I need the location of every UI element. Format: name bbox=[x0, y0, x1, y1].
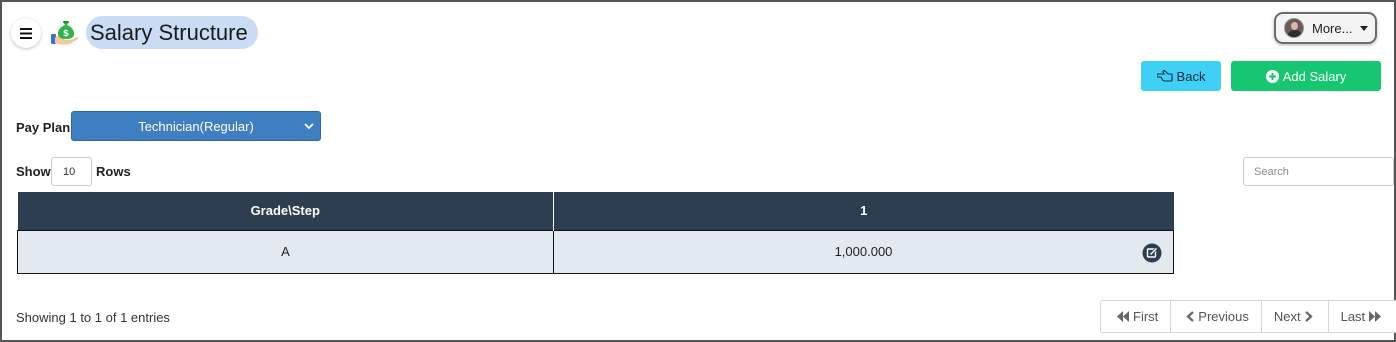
pagination: First Previous Next Last bbox=[1100, 300, 1396, 333]
caret-down-icon bbox=[1360, 25, 1369, 31]
show-label: Show bbox=[16, 164, 51, 179]
salary-value-cell: 1,000.000 bbox=[553, 229, 1174, 274]
more-menu-button[interactable]: More... bbox=[1274, 12, 1377, 44]
next-page-label: Next bbox=[1273, 309, 1301, 324]
next-page-button[interactable]: Next bbox=[1262, 301, 1329, 332]
pay-plan-value: Technician(Regular) bbox=[138, 118, 254, 134]
salary-table: Grade\Step 1 A 1,000.000 bbox=[17, 192, 1174, 274]
column-header-grade-step[interactable]: Grade\Step bbox=[17, 192, 554, 230]
entries-info: Showing 1 to 1 of 1 entries bbox=[16, 310, 170, 325]
add-salary-label: Add Salary bbox=[1282, 68, 1347, 84]
double-chevron-right-icon bbox=[1369, 311, 1382, 322]
double-chevron-left-icon bbox=[1117, 311, 1129, 322]
table-header-row: Grade\Step 1 bbox=[17, 192, 1174, 230]
salary-value: 1,000.000 bbox=[834, 244, 893, 259]
menu-toggle-button[interactable] bbox=[11, 18, 41, 48]
user-avatar bbox=[1284, 18, 1304, 38]
last-page-label: Last bbox=[1340, 309, 1366, 324]
previous-page-label: Previous bbox=[1198, 309, 1249, 324]
hamburger-icon bbox=[20, 27, 32, 39]
plus-circle-icon bbox=[1265, 69, 1279, 83]
page-frame: $ Salary Structure More... Back Add Sala… bbox=[0, 0, 1396, 342]
rows-label: Rows bbox=[96, 164, 131, 179]
rows-per-page-input[interactable]: 10 bbox=[51, 157, 92, 186]
first-page-button[interactable]: First bbox=[1101, 301, 1172, 332]
first-page-label: First bbox=[1133, 309, 1159, 324]
more-menu-label: More... bbox=[1312, 20, 1353, 36]
edit-icon[interactable] bbox=[1142, 243, 1162, 263]
last-page-button[interactable]: Last bbox=[1329, 301, 1396, 332]
svg-text:$: $ bbox=[63, 29, 69, 39]
grade-cell: A bbox=[17, 229, 554, 274]
chevron-left-icon bbox=[1186, 311, 1195, 322]
previous-page-button[interactable]: Previous bbox=[1171, 301, 1262, 332]
chevron-right-icon bbox=[1304, 311, 1313, 322]
back-button[interactable]: Back bbox=[1141, 61, 1221, 91]
money-bag-hand-icon: $ bbox=[51, 21, 79, 45]
search-input[interactable]: Search bbox=[1243, 157, 1394, 186]
chevron-down-icon bbox=[304, 123, 314, 130]
add-salary-button[interactable]: Add Salary bbox=[1231, 61, 1381, 91]
pay-plan-label: Pay Plan: bbox=[16, 120, 75, 135]
back-button-label: Back bbox=[1176, 68, 1206, 84]
pay-plan-select[interactable]: Technician(Regular) bbox=[71, 111, 321, 141]
hand-pointer-icon bbox=[1156, 70, 1173, 82]
page-title: Salary Structure bbox=[86, 16, 258, 49]
column-header-step-1[interactable]: 1 bbox=[553, 192, 1174, 230]
table-row: A 1,000.000 bbox=[17, 229, 1174, 274]
